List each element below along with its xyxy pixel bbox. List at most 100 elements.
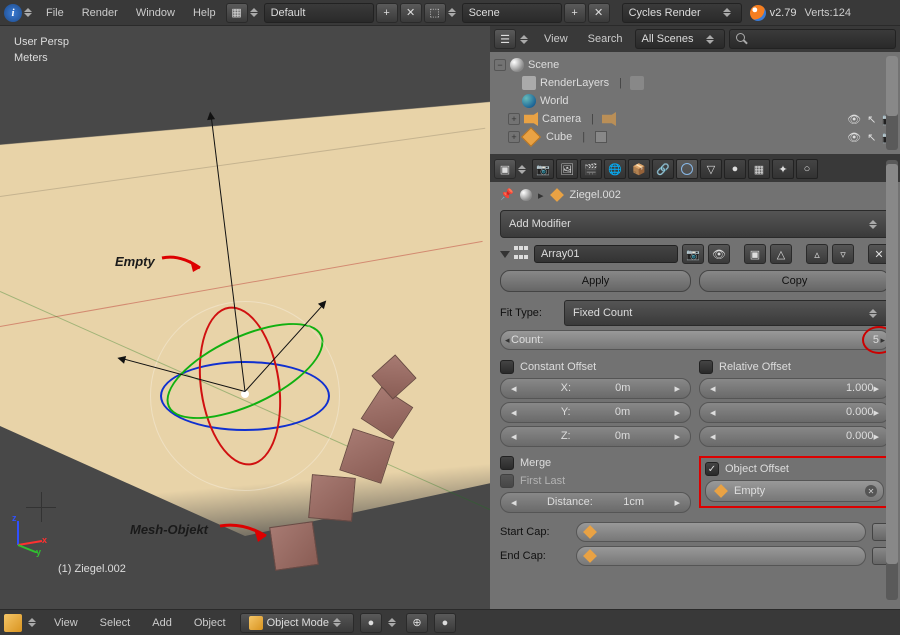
3d-viewport[interactable]: User Persp Meters Empty Mesh-Objekt — [0, 26, 490, 609]
outliner-menu-view[interactable]: View — [536, 29, 576, 49]
tab-renderlayers[interactable]: 🖼 — [556, 159, 578, 179]
constant-z-input[interactable]: ◂Z:0m▸ — [500, 426, 691, 447]
scene-browse[interactable]: ⬚ — [424, 3, 446, 23]
menu-file[interactable]: File — [38, 3, 72, 23]
constant-y-input[interactable]: ◂Y:0m▸ — [500, 402, 691, 423]
modifier-name-input[interactable]: Array01 — [534, 245, 678, 263]
render-engine-select[interactable]: Cycles Render — [622, 3, 742, 23]
scene-icon[interactable] — [520, 189, 532, 201]
object-offset-checkbox[interactable] — [705, 462, 719, 476]
scene-dropdown[interactable] — [448, 4, 460, 22]
tab-data[interactable]: ▽ — [700, 159, 722, 179]
copy-button[interactable]: Copy — [699, 270, 890, 292]
scrollbar-thumb[interactable] — [886, 164, 898, 564]
scene-name[interactable]: Scene — [462, 3, 562, 23]
menu-add[interactable]: Add — [144, 613, 180, 633]
breadcrumb-object[interactable]: Ziegel.002 — [570, 189, 621, 201]
pin-icon[interactable]: 📌 — [500, 188, 514, 202]
fit-type-select[interactable]: Fixed Count — [564, 300, 890, 326]
tab-modifiers[interactable] — [676, 159, 698, 179]
constant-x-input[interactable]: ◂X:0m▸ — [500, 378, 691, 399]
relative-y-input[interactable]: ◂0.000▸ — [699, 402, 890, 423]
menu-view-3d[interactable]: View — [46, 613, 86, 633]
screen-layout-dropdown[interactable] — [250, 4, 262, 22]
modifier-display-toggle[interactable]: 👁 — [708, 244, 730, 264]
tab-material[interactable]: ● — [724, 159, 746, 179]
outliner-filter[interactable]: All Scenes — [635, 29, 725, 49]
3d-manipulator[interactable] — [155, 306, 335, 486]
outliner-editor-icon[interactable]: ☰ — [494, 29, 516, 49]
editor-type-dropdown[interactable] — [24, 4, 36, 22]
distance-input[interactable]: ◂Distance:1cm▸ — [500, 492, 691, 513]
modifier-editmode-toggle[interactable]: ▣ — [744, 244, 766, 264]
eye-icon[interactable]: 👁 — [847, 113, 861, 126]
mode-select[interactable]: Object Mode — [240, 613, 354, 633]
modifier-move-down[interactable]: ▿ — [832, 244, 854, 264]
tree-item-renderlayers[interactable]: RenderLayers — [540, 77, 609, 89]
eye-icon[interactable]: 👁 — [847, 131, 861, 144]
menu-window[interactable]: Window — [128, 3, 183, 23]
menu-select[interactable]: Select — [92, 613, 139, 633]
screen-layout-name[interactable]: Default — [264, 3, 374, 23]
tree-item-scene[interactable]: Scene — [528, 59, 559, 71]
tab-constraints[interactable]: 🔗 — [652, 159, 674, 179]
expand-icon[interactable]: − — [494, 59, 506, 71]
mesh-data-icon[interactable] — [595, 131, 607, 143]
object-icon[interactable] — [550, 188, 564, 202]
tab-texture[interactable]: ▦ — [748, 159, 770, 179]
screen-layout-browse[interactable]: ▦ — [226, 3, 248, 23]
clear-icon[interactable]: ✕ — [865, 485, 877, 497]
camera-data-icon[interactable] — [602, 112, 616, 126]
properties-type-dropdown[interactable] — [518, 160, 530, 178]
object-offset-field[interactable]: Empty ✕ — [705, 480, 884, 502]
tab-object[interactable]: 📦 — [628, 159, 650, 179]
relative-z-input[interactable]: ◂0.000▸ — [699, 426, 890, 447]
renderlayer-sub-icon[interactable] — [630, 76, 644, 90]
tab-particles[interactable]: ✦ — [772, 159, 794, 179]
tab-world[interactable]: 🌐 — [604, 159, 626, 179]
tab-physics[interactable]: ○ — [796, 159, 818, 179]
menu-object[interactable]: Object — [186, 613, 234, 633]
merge-checkbox[interactable] — [500, 456, 514, 470]
viewport-shading-solid[interactable]: ● — [434, 613, 456, 633]
outliner-menu-search[interactable]: Search — [580, 29, 631, 49]
shading-sphere-icon[interactable]: ● — [360, 613, 382, 633]
relative-offset-checkbox[interactable] — [699, 360, 713, 374]
scene-delete[interactable]: ✕ — [588, 3, 610, 23]
screen-layout-delete[interactable]: ✕ — [400, 3, 422, 23]
modifier-render-toggle[interactable]: 📷 — [682, 244, 704, 264]
expand-icon[interactable]: + — [508, 131, 520, 143]
menu-render[interactable]: Render — [74, 3, 126, 23]
apply-button[interactable]: Apply — [500, 270, 691, 292]
tab-scene[interactable]: 🎬 — [580, 159, 602, 179]
viewport-shading-wire[interactable]: ⊕ — [406, 613, 428, 633]
tree-item-cube[interactable]: Cube — [546, 131, 572, 143]
outliner-scrollbar[interactable] — [886, 56, 898, 150]
relative-x-input[interactable]: ◂1.000▸ — [699, 378, 890, 399]
modifier-cage-toggle[interactable]: △ — [770, 244, 792, 264]
outliner-type-dropdown[interactable] — [520, 30, 532, 48]
endcap-field[interactable] — [576, 546, 866, 566]
cursor-icon[interactable]: ↖ — [867, 131, 876, 144]
properties-scrollbar[interactable] — [886, 160, 898, 600]
tree-item-world[interactable]: World — [540, 95, 569, 107]
menu-help[interactable]: Help — [185, 3, 224, 23]
add-modifier-dropdown[interactable]: Add Modifier — [500, 210, 890, 238]
startcap-field[interactable] — [576, 522, 866, 542]
firstlast-checkbox[interactable] — [500, 474, 514, 488]
tree-item-camera[interactable]: Camera — [542, 113, 581, 125]
properties-editor-icon[interactable]: ▣ — [494, 159, 516, 179]
viewport-editor-icon[interactable] — [4, 614, 22, 632]
scene-add[interactable]: + — [564, 3, 586, 23]
modifier-move-up[interactable]: ▵ — [806, 244, 828, 264]
cursor-icon[interactable]: ↖ — [867, 113, 876, 126]
shading-dropdown[interactable] — [388, 614, 400, 632]
constant-offset-checkbox[interactable] — [500, 360, 514, 374]
viewport-type-dropdown[interactable] — [28, 614, 40, 632]
expand-icon[interactable]: + — [508, 113, 520, 125]
count-input[interactable]: ◂ Count: 5 ▸ — [500, 330, 890, 350]
editor-type-info-icon[interactable]: i — [4, 4, 22, 22]
outliner-tree[interactable]: −Scene RenderLayers| World +Camera| 👁↖📷 … — [490, 52, 900, 154]
outliner-search-input[interactable] — [729, 29, 896, 49]
scrollbar-thumb[interactable] — [886, 56, 898, 116]
